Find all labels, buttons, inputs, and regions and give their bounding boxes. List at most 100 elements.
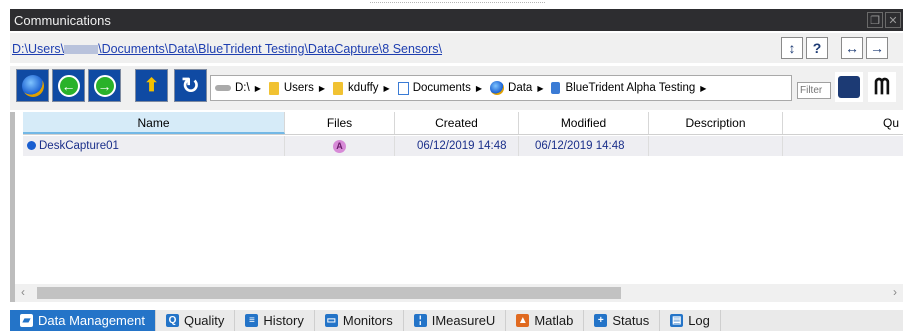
help-button[interactable]: ? xyxy=(806,37,828,59)
files-icon: A xyxy=(333,140,346,153)
refresh-icon: ↻ xyxy=(181,72,200,98)
tab-label: IMeasureU xyxy=(431,313,496,328)
monitor-icon: ▭ xyxy=(324,314,338,327)
close-icon[interactable]: ✕ xyxy=(885,12,901,28)
breadcrumb-testing[interactable]: BlueTrident Alpha Testing ▶ xyxy=(547,82,710,94)
arrow-right-icon: → xyxy=(93,74,116,97)
documents-icon xyxy=(397,81,409,95)
chevron-right-icon: ▶ xyxy=(318,83,326,93)
tab-label: Status xyxy=(612,313,650,328)
cell-modified: 06/12/2019 14:48 xyxy=(519,136,649,156)
breadcrumb-label: Documents xyxy=(412,82,471,94)
chevron-right-icon: ▶ xyxy=(700,83,707,93)
cell-files: A xyxy=(285,136,395,156)
folder-icon xyxy=(268,81,279,95)
matlab-icon: ▲ xyxy=(516,314,530,327)
export-icon xyxy=(838,76,860,98)
breadcrumb-label: D:\ xyxy=(235,82,250,94)
database-icon xyxy=(551,82,561,94)
forward-button[interactable]: → xyxy=(88,69,121,102)
scrollbar-thumb[interactable] xyxy=(37,287,621,299)
breadcrumb-label: Users xyxy=(283,82,314,94)
redacted-username xyxy=(64,45,99,55)
cell-created: 06/12/2019 14:48 xyxy=(395,136,519,156)
breadcrumb-label: kduffy xyxy=(348,82,379,94)
arrow-left-icon: ← xyxy=(57,74,80,97)
globe-button[interactable] xyxy=(16,69,49,102)
breadcrumb-label: Data xyxy=(508,82,533,94)
scroll-left-icon[interactable]: ‹ xyxy=(21,285,25,299)
bottom-tab-bar: ▰ Data Management Q Quality ≡ History ▭ Moni… xyxy=(10,310,903,331)
row-name: DeskCapture01 xyxy=(39,140,119,152)
cell-name: DeskCapture01 xyxy=(23,136,285,156)
globe-icon xyxy=(21,74,44,97)
drive-icon xyxy=(215,85,231,91)
breadcrumb-label: BlueTrident Alpha Testing xyxy=(565,82,696,94)
column-header-name[interactable]: Name xyxy=(23,112,285,134)
back-button[interactable]: ← xyxy=(52,69,85,102)
toolbar: ← → ⬆ ↻ D:\ ▶ Users ▶ kduffy ▶ Documents ▶ D… xyxy=(10,66,903,110)
table-row[interactable]: DeskCapture01 A 06/12/2019 14:48 06/12/2… xyxy=(23,136,903,156)
expand-icon[interactable]: ↕ xyxy=(781,37,803,59)
search-button[interactable]: ᗰ xyxy=(868,72,896,102)
folder-open-icon: ▰ xyxy=(20,314,33,327)
restore-icon[interactable]: ❐ xyxy=(867,12,883,28)
export-button[interactable] xyxy=(835,72,863,102)
window-title: Communications xyxy=(14,12,111,28)
scroll-right-icon[interactable]: › xyxy=(893,285,897,299)
path-suffix: \Documents\Data\BlueTrident Testing\Data… xyxy=(98,42,443,56)
filter-input[interactable] xyxy=(797,82,831,99)
data-grid: Name Files Created Modified Description … xyxy=(10,112,903,302)
tab-data-management[interactable]: ▰ Data Management xyxy=(10,310,156,331)
sensor-icon: ¦ xyxy=(413,314,427,327)
folder-icon xyxy=(333,81,344,95)
cell-quality xyxy=(783,136,903,156)
tab-history[interactable]: ≡ History xyxy=(235,310,315,331)
globe-icon xyxy=(490,81,505,95)
column-header-modified[interactable]: Modified xyxy=(519,112,649,134)
quality-icon: Q xyxy=(165,314,179,327)
plus-icon: + xyxy=(594,314,608,327)
document-icon: ▤ xyxy=(670,314,684,327)
chevron-right-icon: ▶ xyxy=(254,83,261,93)
tab-log[interactable]: ▤ Log xyxy=(660,310,721,331)
drag-handle[interactable] xyxy=(370,2,545,7)
tab-label: Matlab xyxy=(534,313,574,328)
column-header-files[interactable]: Files xyxy=(285,112,395,134)
tab-label: Log xyxy=(688,313,710,328)
collapse-icon[interactable]: ↔ xyxy=(841,37,863,59)
breadcrumb: D:\ ▶ Users ▶ kduffy ▶ Documents ▶ Data ▶ Blu… xyxy=(210,75,792,101)
current-path-link[interactable]: D:\Users\ \Documents\Data\BlueTrident Tes… xyxy=(12,42,442,56)
column-header-quality[interactable]: Qu xyxy=(783,112,903,134)
tab-imeasureu[interactable]: ¦ IMeasureU xyxy=(404,310,507,331)
tab-quality[interactable]: Q Quality xyxy=(156,310,236,331)
tab-monitors[interactable]: ▭ Monitors xyxy=(315,310,404,331)
breadcrumb-data[interactable]: Data ▶ xyxy=(486,81,547,95)
tab-label: Data Management xyxy=(38,313,145,328)
column-header-created[interactable]: Created xyxy=(395,112,519,134)
upload-button[interactable]: ⬆ xyxy=(135,69,168,102)
folder-up-icon: ⬆ xyxy=(143,75,160,95)
breadcrumb-users[interactable]: Users ▶ xyxy=(265,81,329,95)
refresh-button[interactable]: ↻ xyxy=(174,69,207,102)
breadcrumb-drive[interactable]: D:\ ▶ xyxy=(211,82,265,94)
navigate-icon[interactable]: → xyxy=(866,37,888,59)
capture-icon xyxy=(27,141,36,151)
breadcrumb-documents[interactable]: Documents ▶ xyxy=(394,81,486,95)
cell-description xyxy=(649,136,783,156)
chevron-right-icon: ▶ xyxy=(383,83,390,93)
path-prefix: D:\Users\ xyxy=(12,42,65,56)
history-icon: ≡ xyxy=(245,314,259,327)
chevron-right-icon: ▶ xyxy=(537,83,544,93)
horizontal-scrollbar[interactable]: ‹ › xyxy=(15,284,903,302)
tab-status[interactable]: + Status xyxy=(584,310,661,331)
binoculars-icon: ᗰ xyxy=(874,74,890,99)
title-bar: Communications ❐ ✕ xyxy=(10,9,903,31)
column-header-description[interactable]: Description xyxy=(649,112,783,134)
tab-label: History xyxy=(263,313,304,328)
tab-label: Monitors xyxy=(342,313,393,328)
path-bar: D:\Users\ \Documents\Data\BlueTrident Tes… xyxy=(10,33,903,63)
breadcrumb-user[interactable]: kduffy ▶ xyxy=(329,81,394,95)
tab-matlab[interactable]: ▲ Matlab xyxy=(506,310,585,331)
chevron-right-icon: ▶ xyxy=(475,83,483,93)
